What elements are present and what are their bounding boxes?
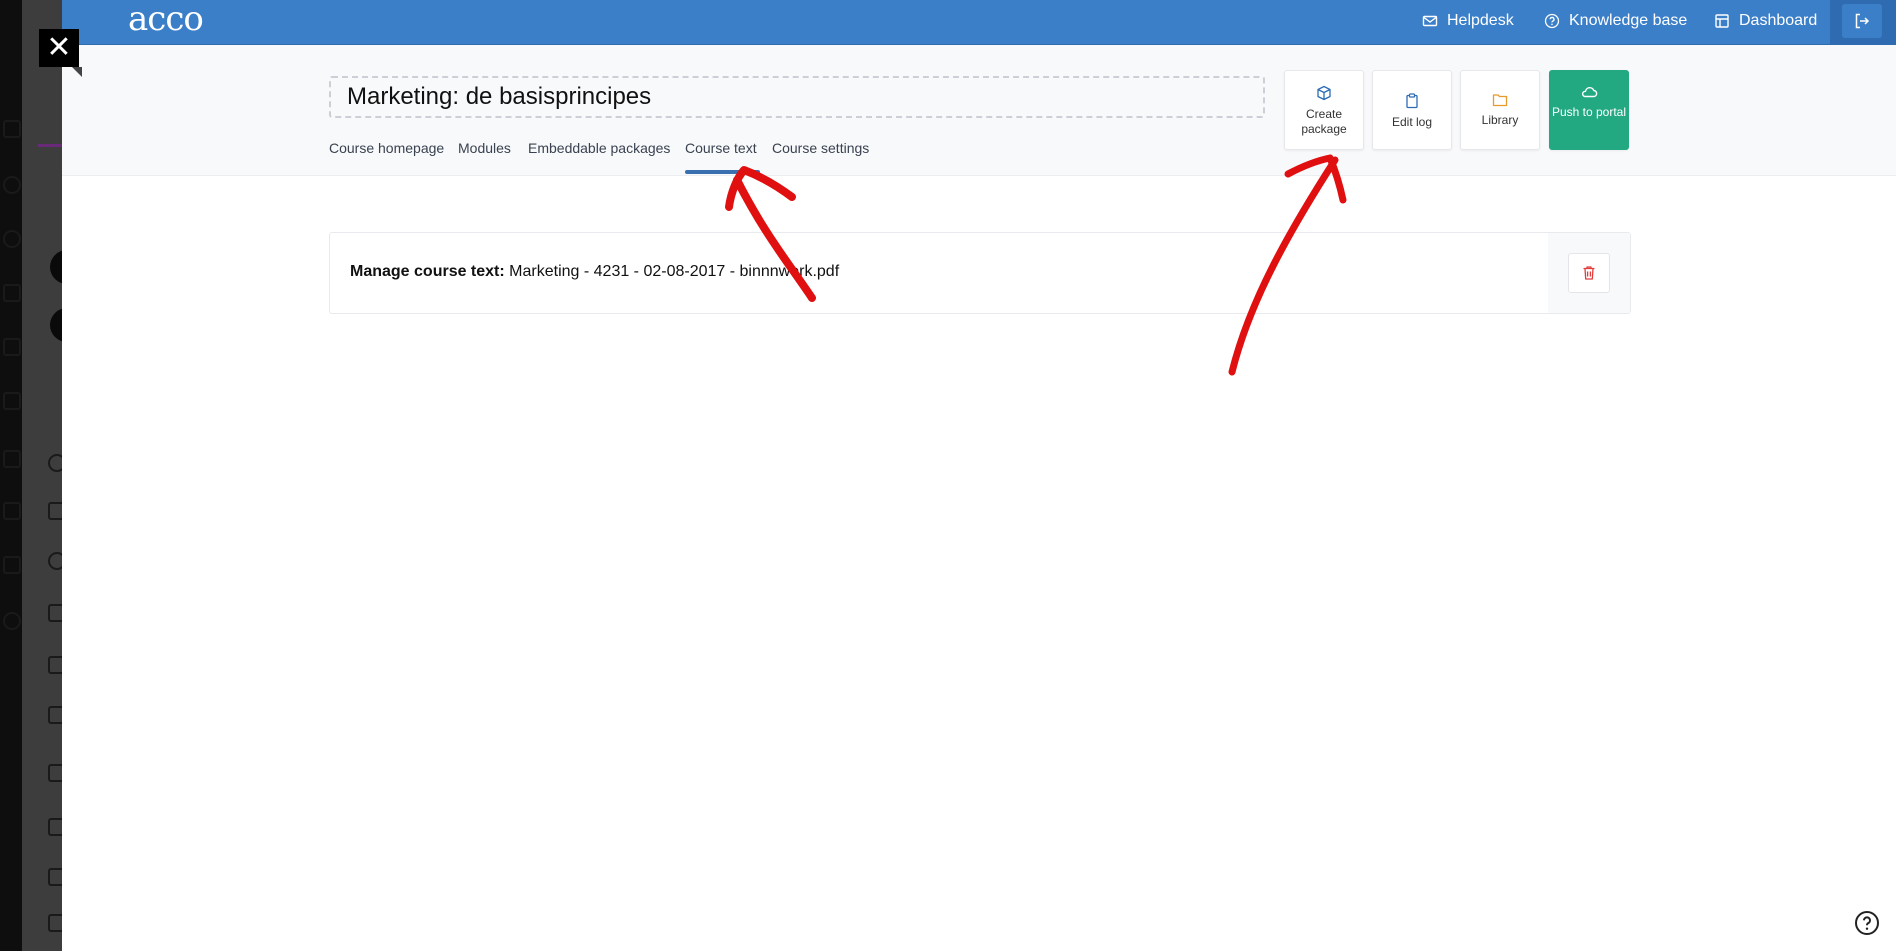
- tab-course-text[interactable]: Course text: [685, 140, 757, 170]
- cube-icon: [1317, 85, 1331, 101]
- top-navigation-bar: acco Helpdesk Knowledge base Dashboard: [62, 0, 1896, 45]
- help-circle-icon: [1855, 911, 1879, 935]
- edit-log-button[interactable]: Edit log: [1372, 70, 1452, 150]
- knowledge-base-link[interactable]: Knowledge base: [1544, 10, 1687, 32]
- background-calendar-icon: [3, 392, 21, 410]
- clipboard-icon: [1406, 93, 1418, 109]
- dashboard-label: Dashboard: [1739, 12, 1818, 29]
- close-button-tab: [72, 67, 82, 77]
- course-title-input[interactable]: Marketing: de basisprincipes: [329, 76, 1265, 118]
- delete-course-text-button[interactable]: [1568, 253, 1610, 293]
- delete-area: [1548, 233, 1630, 313]
- course-text-filename[interactable]: Marketing - 4231 - 02-08-2017 - binnnwer…: [509, 263, 839, 280]
- library-label: Library: [1481, 113, 1519, 127]
- tab-course-homepage[interactable]: Course homepage: [329, 140, 444, 170]
- course-editor-panel: acco Helpdesk Knowledge base Dashboard M…: [62, 0, 1896, 951]
- edit-log-label: Edit log: [1391, 115, 1433, 129]
- background-document-icon: [3, 502, 21, 520]
- background-app-strip: [0, 0, 22, 951]
- background-bank-icon: [3, 120, 21, 138]
- cloud-icon: [1581, 86, 1598, 98]
- logout-button[interactable]: [1842, 4, 1882, 38]
- help-button[interactable]: [1854, 910, 1880, 936]
- course-header: Marketing: de basisprincipes Course home…: [62, 45, 1896, 176]
- tab-modules[interactable]: Modules: [458, 140, 511, 170]
- course-text-row: Manage course text: Marketing - 4231 - 0…: [350, 263, 839, 281]
- background-tab-underline: [38, 144, 62, 147]
- course-text-label: Manage course text:: [350, 263, 505, 280]
- background-edit-icon: [3, 556, 21, 574]
- helpdesk-label: Helpdesk: [1447, 12, 1514, 29]
- course-text-card: Manage course text: Marketing - 4231 - 0…: [329, 232, 1631, 314]
- background-app-sidebar: [0, 0, 72, 951]
- tab-course-settings[interactable]: Course settings: [772, 140, 869, 170]
- background-exit-icon: [3, 612, 21, 630]
- knowledge-base-label: Knowledge base: [1569, 12, 1688, 29]
- close-icon[interactable]: ✕: [39, 29, 79, 67]
- push-to-portal-button[interactable]: Push to portal: [1549, 70, 1629, 150]
- question-circle-icon: [1544, 13, 1560, 29]
- push-to-portal-label: Push to portal: [1551, 105, 1627, 119]
- helpdesk-link[interactable]: Helpdesk: [1422, 10, 1514, 32]
- logout-area: [1830, 0, 1896, 45]
- layout-icon: [1715, 14, 1729, 28]
- active-tab-indicator: [685, 170, 760, 174]
- background-mail-icon: [3, 450, 21, 468]
- background-users-icon: [3, 338, 21, 356]
- folder-icon: [1492, 94, 1508, 107]
- dashboard-link[interactable]: Dashboard: [1714, 10, 1817, 32]
- create-package-button[interactable]: Create package: [1284, 70, 1364, 150]
- logout-icon: [1855, 13, 1870, 29]
- acco-logo[interactable]: acco: [128, 0, 204, 40]
- background-user-icon: [3, 176, 21, 194]
- mail-icon: [1422, 15, 1438, 27]
- trash-icon: [1583, 266, 1595, 280]
- background-book-icon: [3, 284, 21, 302]
- tab-embeddable-packages[interactable]: Embeddable packages: [528, 140, 670, 170]
- create-package-label: Create package: [1301, 107, 1347, 136]
- background-globe-icon: [3, 230, 21, 248]
- library-button[interactable]: Library: [1460, 70, 1540, 150]
